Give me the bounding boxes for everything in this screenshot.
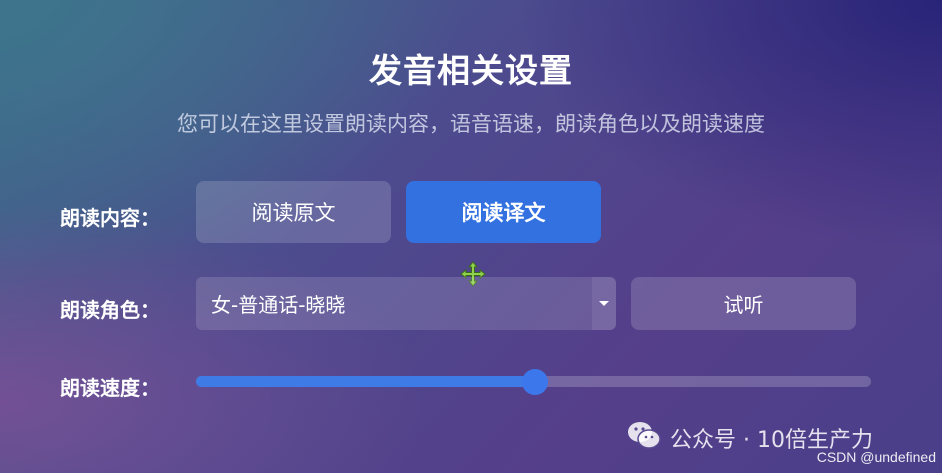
speed-slider-thumb[interactable] <box>521 368 548 395</box>
speed-slider-fill <box>196 376 535 387</box>
read-content-label: 朗读内容： <box>60 206 160 230</box>
csdn-credit: CSDN @undefined <box>816 449 936 465</box>
voice-role-select-value: 女-普通话-晓晓 <box>211 293 346 317</box>
read-speed-label: 朗读速度： <box>60 376 160 400</box>
voice-role-label: 朗读角色： <box>60 298 160 322</box>
read-translation-button[interactable]: 阅读译文 <box>406 181 601 243</box>
preview-button[interactable]: 试听 <box>631 277 856 330</box>
page-subtitle: 您可以在这里设置朗读内容，语音语速，朗读角色以及朗读速度 <box>177 112 765 136</box>
read-original-button[interactable]: 阅读原文 <box>196 181 391 243</box>
wechat-icon <box>626 420 662 456</box>
chevron-down-icon[interactable] <box>592 277 616 330</box>
voice-role-select[interactable]: 女-普通话-晓晓 <box>196 277 616 330</box>
page-title: 发音相关设置 <box>369 51 573 90</box>
speed-slider[interactable] <box>196 368 871 395</box>
